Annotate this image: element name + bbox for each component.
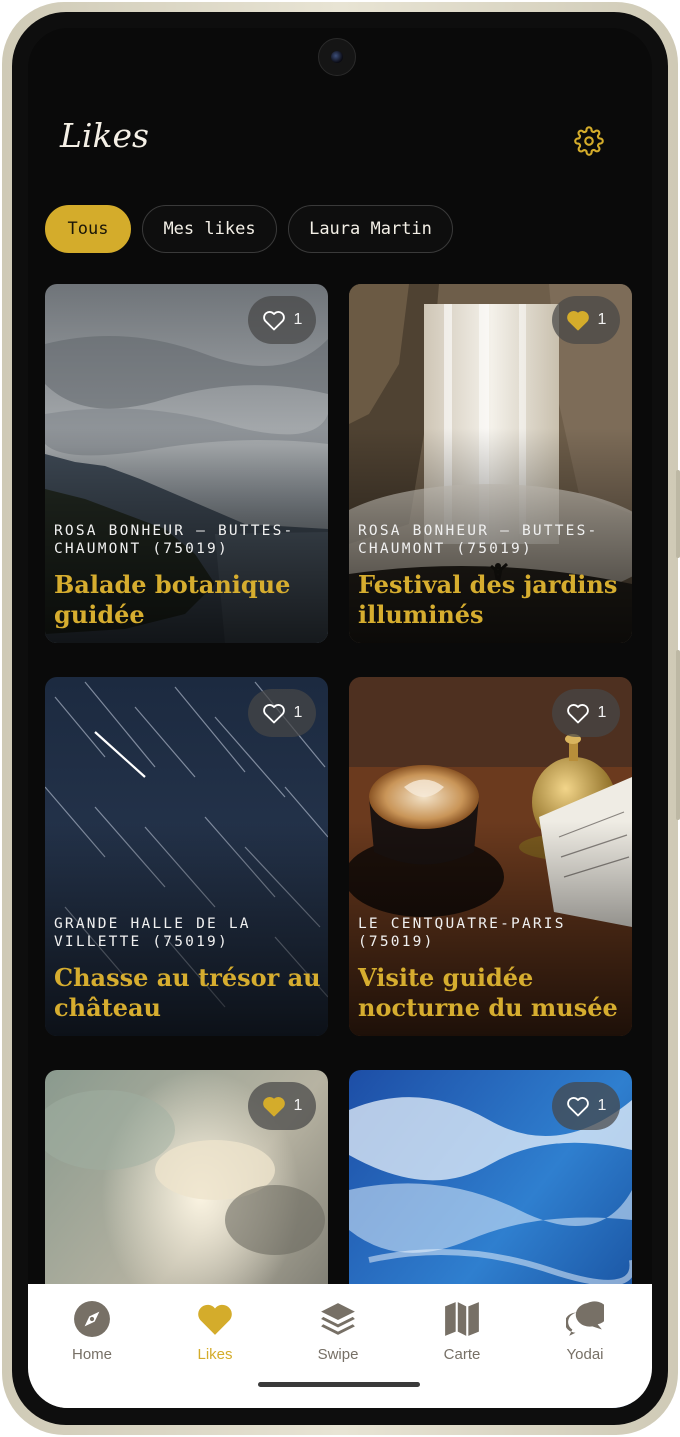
event-card[interactable]: 1 ROSA BONHEUR — BUTTES-CHAUMONT (75019)… (349, 284, 632, 643)
phone-frame: Likes Tous Mes likes Laura Martin 1 ROSA… (2, 2, 680, 1435)
filter-chip-mes-likes[interactable]: Mes likes (142, 205, 277, 253)
map-icon (445, 1302, 479, 1336)
heart-icon (198, 1304, 232, 1335)
nav-item-carte[interactable]: Carte (412, 1300, 512, 1363)
filter-chip-laura-martin[interactable]: Laura Martin (288, 205, 453, 253)
nav-item-swipe[interactable]: Swipe (288, 1300, 388, 1363)
compass-icon (74, 1301, 110, 1337)
card-location: ROSA BONHEUR — BUTTES-CHAUMONT (75019) (54, 523, 295, 557)
event-card[interactable]: 1 GRANDE HALLE DE LA VILLETTE (75019) Ch… (45, 677, 328, 1036)
screen: Likes Tous Mes likes Laura Martin 1 ROSA… (28, 28, 652, 1408)
card-title: Chasse au trésor au château (54, 963, 321, 1022)
card-location: GRANDE HALLE DE LA VILLETTE (75019) (54, 916, 251, 950)
card-title: Visite guidée nocturne du musée (358, 963, 618, 1022)
like-badge[interactable]: 1 (248, 1082, 316, 1130)
volume-button (676, 650, 680, 820)
like-badge[interactable]: 1 (552, 296, 620, 344)
home-indicator[interactable] (258, 1382, 420, 1387)
event-card[interactable]: 1 ROSA BONHEUR — BUTTES-CHAUMONT (75019)… (45, 284, 328, 643)
like-badge[interactable]: 1 (248, 689, 316, 737)
heart-outline-icon (566, 704, 589, 724)
nav-label: Yodai (566, 1346, 604, 1363)
heart-filled-icon (566, 311, 589, 331)
nav-item-home[interactable]: Home (42, 1300, 142, 1363)
like-count: 1 (597, 311, 607, 328)
like-count: 1 (597, 704, 607, 721)
like-count: 1 (597, 1097, 607, 1114)
card-title: Festival des jardins illuminés (358, 570, 618, 629)
filter-chips: Tous Mes likes Laura Martin (45, 205, 453, 253)
nav-item-likes[interactable]: Likes (165, 1300, 265, 1363)
heart-outline-icon (262, 311, 285, 331)
nav-label: Home (71, 1346, 112, 1363)
filter-chip-tous[interactable]: Tous (45, 205, 131, 253)
heart-outline-icon (262, 704, 285, 724)
like-count: 1 (293, 1097, 303, 1114)
nav-item-yodai[interactable]: Yodai (535, 1300, 635, 1363)
layers-icon (321, 1303, 355, 1335)
like-badge[interactable]: 1 (552, 1082, 620, 1130)
event-card[interactable]: 1 LE CENTQUATRE-PARIS (75019) Visite gui… (349, 677, 632, 1036)
gear-icon[interactable] (574, 126, 604, 156)
power-button (676, 470, 680, 558)
nav-label: Likes (197, 1346, 233, 1363)
like-badge[interactable]: 1 (248, 296, 316, 344)
card-location: LE CENTQUATRE-PARIS (75019) (358, 916, 566, 950)
heart-outline-icon (566, 1097, 589, 1117)
bottom-nav: Home Likes Swipe Carte Yodai (28, 1284, 652, 1408)
chat-bubbles-icon (566, 1301, 604, 1336)
like-badge[interactable]: 1 (552, 689, 620, 737)
nav-label: Swipe (317, 1346, 359, 1363)
nav-label: Carte (443, 1346, 481, 1363)
heart-filled-icon (262, 1097, 285, 1117)
card-title: Balade botanique guidée (54, 570, 291, 629)
like-count: 1 (293, 704, 303, 721)
card-location: ROSA BONHEUR — BUTTES-CHAUMONT (75019) (358, 523, 599, 557)
front-camera (318, 38, 356, 76)
page-title: Likes (60, 116, 149, 155)
like-count: 1 (293, 311, 303, 328)
